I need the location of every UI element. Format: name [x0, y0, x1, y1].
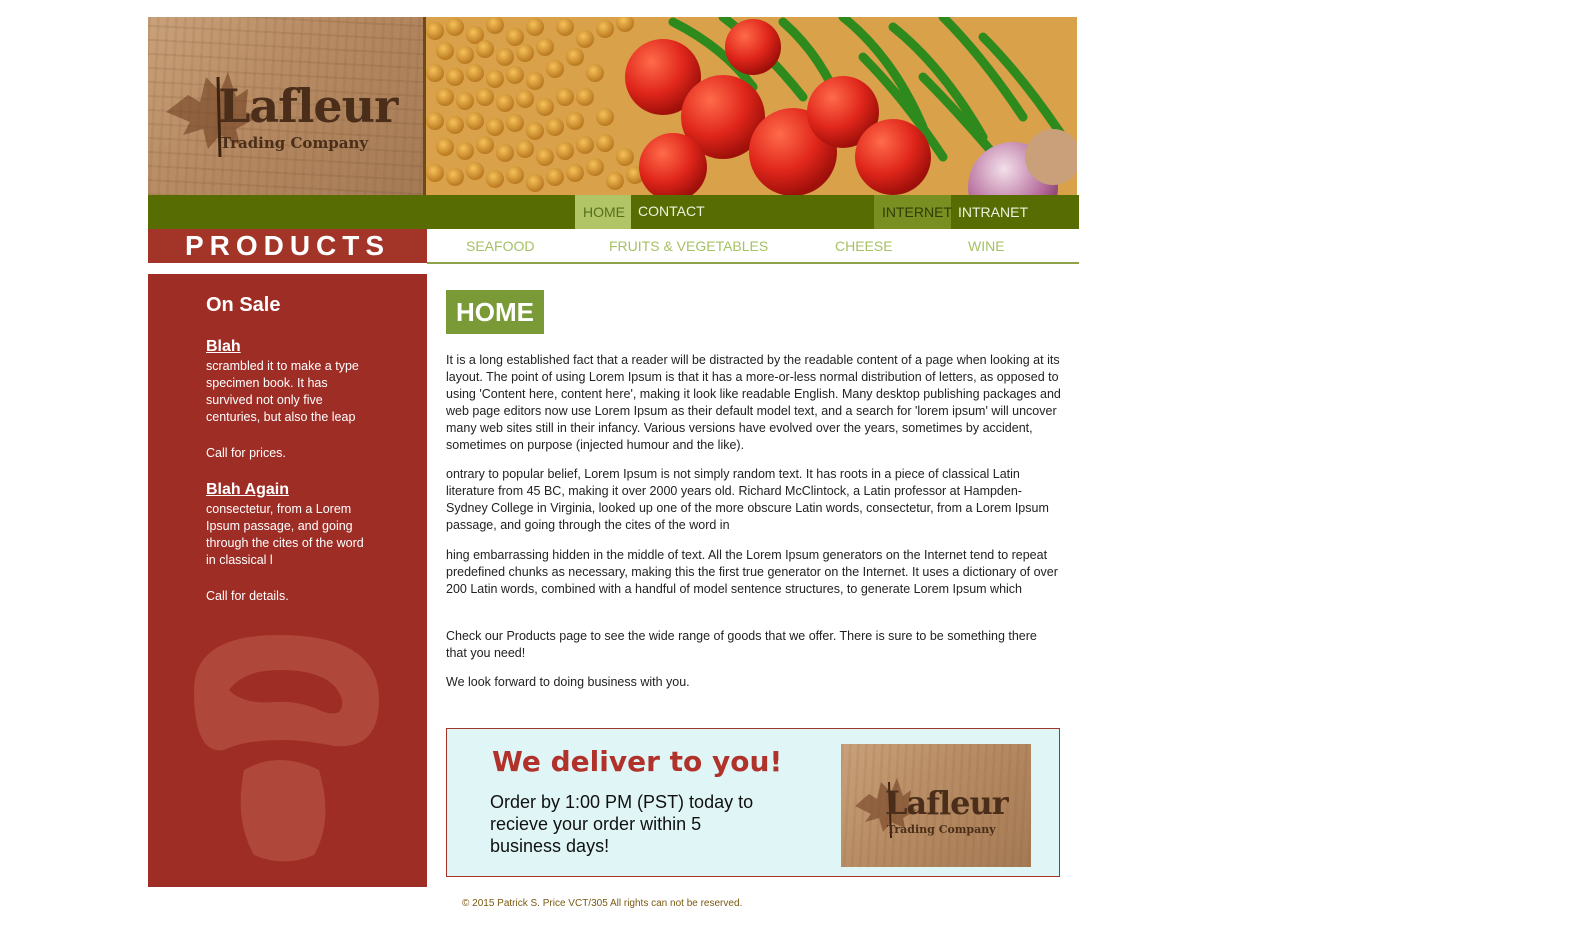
category-seafood[interactable]: SEAFOOD: [466, 229, 534, 263]
sale-item-link[interactable]: Blah Again: [206, 481, 289, 499]
delivery-logo-image: Lafleur Trading Company: [841, 744, 1031, 867]
sidebar-heading: On Sale: [206, 294, 281, 316]
mushroom-icon: [194, 635, 379, 862]
sale-item-link[interactable]: Blah: [206, 338, 241, 356]
delivery-text: Order by 1:00 PM (PST) today to recieve …: [490, 792, 754, 856]
sale-item-note: Call for details.: [206, 589, 289, 603]
brand-name: Lafleur: [885, 784, 1009, 822]
nav-intranet[interactable]: INTRANET: [950, 195, 1032, 229]
content-paragraph: We look forward to doing business with y…: [446, 675, 690, 689]
brand-name: Lafleur: [218, 79, 398, 133]
header-produce-photo: [423, 17, 1077, 195]
brand-sub: Trading Company: [220, 134, 369, 152]
brand-sub: Trading Company: [887, 823, 996, 836]
nav-contact[interactable]: CONTACT: [630, 195, 710, 229]
sale-item-note: Call for prices.: [206, 446, 286, 460]
category-wine[interactable]: WINE: [968, 229, 1005, 263]
top-navigation: HOME CONTACT INTERNET INTRANET: [148, 195, 1079, 229]
category-cheese[interactable]: CHEESE: [835, 229, 893, 263]
delivery-banner: We deliver to you! Order by 1:00 PM (PST…: [446, 728, 1060, 877]
sale-item-text: scrambled it to make a type specimen boo…: [206, 359, 359, 424]
content-paragraph: Check our Products page to see the wide …: [446, 629, 1037, 660]
footer-copyright: © 2015 Patrick S. Price VCT/305 All righ…: [462, 898, 743, 909]
nav-internet[interactable]: INTERNET: [874, 195, 952, 229]
content-paragraph: ontrary to popular belief, Lorem Ipsum i…: [446, 467, 1049, 532]
delivery-heading: We deliver to you!: [492, 745, 783, 778]
nav-home[interactable]: HOME: [575, 195, 631, 229]
content-paragraph: hing embarrassing hidden in the middle o…: [446, 548, 1058, 596]
sale-item-text: consectetur, from a Lorem Ipsum passage,…: [206, 502, 364, 567]
products-heading: PRODUCTS: [148, 229, 427, 263]
header-logo-panel: Lafleur Trading Company: [148, 17, 423, 195]
on-sale-sidebar: On Sale Blah scrambled it to make a type…: [148, 274, 427, 887]
content-paragraph: It is a long established fact that a rea…: [446, 353, 1061, 452]
produce-image: [423, 17, 1077, 195]
category-navigation: SEAFOOD FRUITS & VEGETABLES CHEESE WINE: [427, 229, 1079, 264]
category-fruits-vegetables[interactable]: FRUITS & VEGETABLES: [609, 229, 768, 263]
page-title: HOME: [446, 290, 544, 334]
